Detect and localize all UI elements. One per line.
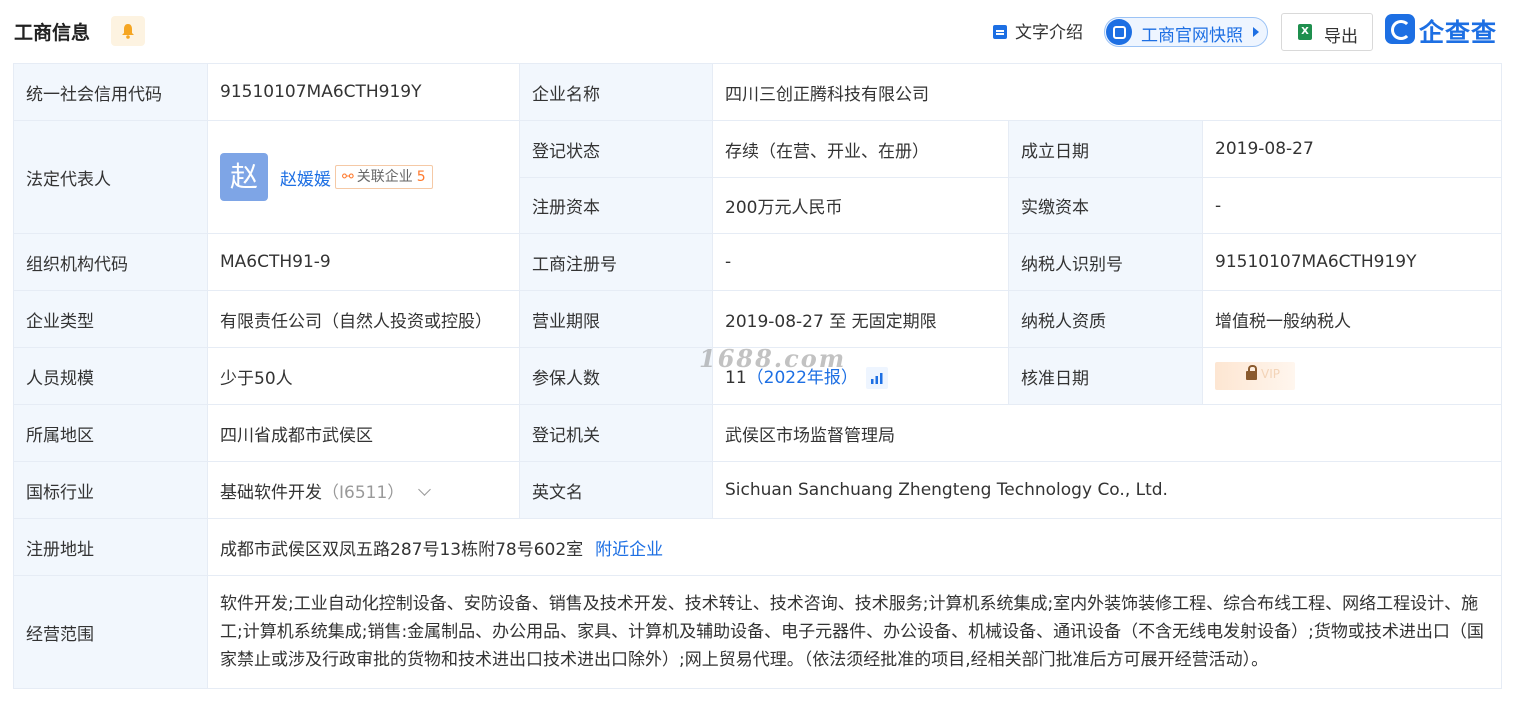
snapshot-label: 工商官网快照: [1141, 26, 1243, 46]
table-row: 所属地区 四川省成都市武侯区 登记机关 武侯区市场监督管理局: [13, 404, 1503, 462]
scope-label: 经营范围: [13, 575, 208, 689]
industry-value: 基础软件开发: [220, 482, 322, 503]
export-button[interactable]: X 导出: [1281, 13, 1373, 51]
related-count: 5: [416, 169, 426, 185]
text-intro-label: 文字介绍: [1015, 23, 1083, 43]
bell-icon: [122, 24, 134, 39]
found-date-value: 2019-08-27: [1201, 120, 1503, 178]
reg-address-cell: 成都市武侯区双凤五路287号13栋附78号602室 附近企业: [206, 518, 1503, 576]
table-row: 注册地址 成都市武侯区双凤五路287号13栋附78号602室 附近企业: [13, 518, 1503, 576]
watermark: 1688.com: [699, 344, 847, 373]
arrow-right-icon: [1253, 27, 1259, 37]
legal-rep-name-link[interactable]: 赵媛媛: [280, 170, 331, 190]
vip-label: VIP: [1261, 367, 1280, 381]
table-row: 组织机构代码 MA6CTH91-9 工商注册号 - 纳税人识别号 9151010…: [13, 233, 1503, 291]
legal-rep-label: 法定代表人: [13, 120, 208, 234]
related-companies-badge[interactable]: ⚯ 关联企业 5: [335, 165, 433, 189]
company-name-value: 四川三创正腾科技有限公司: [711, 63, 1503, 121]
org-code-label: 组织机构代码: [13, 233, 208, 291]
biz-reg-no-value: -: [712, 233, 1009, 291]
credit-code-label: 统一社会信用代码: [13, 63, 208, 121]
scope-value: 软件开发;工业自动化控制设备、安防设备、销售及技术开发、技术转让、技术咨询、技术…: [206, 575, 1503, 689]
export-label: 导出: [1324, 27, 1358, 47]
table-row: 企业类型 有限责任公司（自然人投资或控股） 营业期限 2019-08-27 至 …: [13, 290, 1503, 348]
taxpayer-id-label: 纳税人识别号: [1008, 233, 1203, 291]
credit-code-value: 91510107MA6CTH919Y: [207, 63, 520, 121]
region-value: 四川省成都市武侯区: [207, 404, 520, 462]
snapshot-button[interactable]: 工商官网快照: [1104, 17, 1268, 47]
region-label: 所属地区: [13, 404, 208, 462]
avatar[interactable]: 赵: [220, 153, 268, 201]
company-type-value: 有限责任公司（自然人投资或控股）: [207, 290, 520, 348]
company-type-label: 企业类型: [13, 290, 208, 348]
industry-label: 国标行业: [13, 461, 208, 519]
staff-size-value: 少于50人: [207, 347, 520, 405]
table-row: 法定代表人 赵赵媛媛 ⚯ 关联企业 5 登记状态 存续（在营、开业、在册） 成立日期 …: [13, 120, 1503, 234]
english-name-label: 英文名: [519, 461, 713, 519]
english-name-value: Sichuan Sanchuang Zhengteng Technology C…: [711, 461, 1503, 519]
biz-term-label: 营业期限: [519, 290, 713, 348]
reg-address-value: 成都市武侯区双凤五路287号13栋附78号602室: [220, 539, 584, 560]
logo-text: 企查查: [1419, 18, 1498, 47]
lock-icon: [1246, 365, 1257, 380]
org-code-value: MA6CTH91-9: [207, 233, 520, 291]
reg-authority-label: 登记机关: [519, 404, 713, 462]
reg-capital-label: 注册资本: [519, 177, 713, 234]
nearby-companies-link[interactable]: 附近企业: [595, 540, 663, 560]
found-date-label: 成立日期: [1008, 120, 1203, 178]
reg-authority-value: 武侯区市场监督管理局: [711, 404, 1503, 462]
reg-status-value: 存续（在营、开业、在册）: [712, 120, 1009, 178]
industry-cell[interactable]: 基础软件开发（I6511）: [207, 461, 520, 519]
text-intro-button[interactable]: 文字介绍: [993, 18, 1083, 43]
approve-date-label: 核准日期: [1008, 347, 1203, 405]
logo-icon: [1385, 14, 1415, 44]
business-info-table: 统一社会信用代码 91510107MA6CTH919Y 企业名称 四川三创正腾科…: [13, 63, 1503, 689]
reg-status-label: 登记状态: [519, 120, 713, 178]
bell-icon-button[interactable]: [111, 16, 145, 46]
insured-label: 参保人数: [519, 347, 713, 405]
network-icon: ⚯: [342, 169, 354, 185]
paid-capital-value: -: [1201, 177, 1503, 234]
taxpayer-qual-label: 纳税人资质: [1008, 290, 1203, 348]
industry-code: （I6511）: [322, 482, 405, 503]
table-row: 国标行业 基础软件开发（I6511） 英文名 Sichuan Sanchuang…: [13, 461, 1503, 519]
reg-capital-value: 200万元人民币: [712, 177, 1009, 234]
vip-lock-badge[interactable]: VIP: [1215, 362, 1295, 390]
taxpayer-qual-value: 增值税一般纳税人: [1201, 290, 1503, 348]
biz-term-value: 2019-08-27 至 无固定期限: [712, 290, 1009, 348]
snapshot-icon: [1106, 19, 1132, 45]
excel-icon: X: [1298, 24, 1312, 40]
chevron-down-icon[interactable]: [418, 482, 432, 496]
document-icon: [993, 25, 1007, 39]
trend-chart-icon[interactable]: [865, 367, 888, 389]
paid-capital-label: 实缴资本: [1008, 177, 1203, 234]
related-label: 关联企业: [356, 169, 413, 185]
staff-size-label: 人员规模: [13, 347, 208, 405]
table-row: 经营范围 软件开发;工业自动化控制设备、安防设备、销售及技术开发、技术转让、技术…: [13, 575, 1503, 689]
table-row: 统一社会信用代码 91510107MA6CTH919Y 企业名称 四川三创正腾科…: [13, 63, 1503, 121]
section-header: 工商信息 文字介绍 工商官网快照 X 导出 企查查: [0, 0, 1529, 64]
legal-rep-cell: 赵赵媛媛 ⚯ 关联企业 5: [207, 120, 520, 234]
approve-date-cell: VIP: [1201, 347, 1503, 405]
reg-address-label: 注册地址: [13, 518, 208, 576]
taxpayer-id-value: 91510107MA6CTH919Y: [1201, 233, 1503, 291]
company-name-label: 企业名称: [519, 63, 713, 121]
section-title: 工商信息: [14, 22, 91, 44]
biz-reg-no-label: 工商注册号: [519, 233, 713, 291]
